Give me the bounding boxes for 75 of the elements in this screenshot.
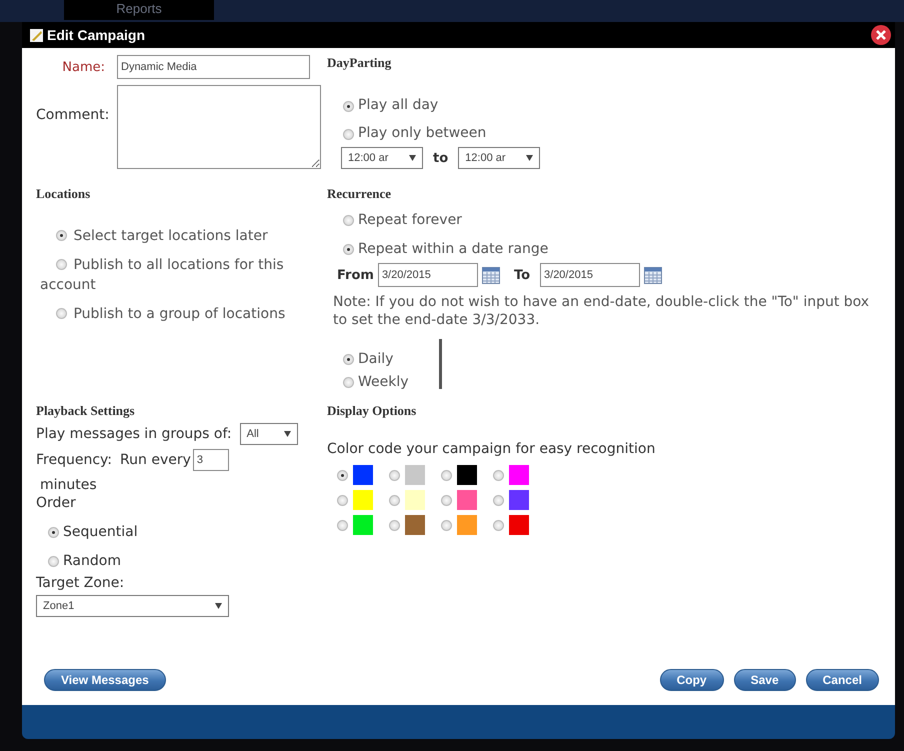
from-label: From — [337, 268, 374, 282]
radio-button[interactable] — [493, 470, 504, 480]
option-label: Weekly — [358, 374, 409, 390]
radio-button[interactable] — [343, 354, 354, 365]
date-field[interactable]: 3/20/2015 — [540, 263, 640, 287]
action-button[interactable]: Copy — [660, 669, 724, 691]
radio-button[interactable] — [389, 494, 400, 506]
caret-icon — [215, 603, 222, 609]
minutes-label: minutes — [40, 477, 98, 493]
option-label: Publish to all locations for this account — [40, 256, 285, 295]
section-heading: Locations — [36, 186, 92, 202]
action-button[interactable]: Cancel — [806, 669, 879, 691]
radio-button[interactable] — [343, 244, 354, 255]
radio-button[interactable] — [389, 520, 400, 530]
comment-field[interactable] — [117, 85, 321, 169]
caret-icon — [284, 431, 291, 437]
action-button[interactable]: Save — [734, 669, 796, 691]
option-label: Publish to a group of locations — [40, 304, 302, 324]
radio-button[interactable] — [337, 470, 348, 480]
option-label: Repeat forever — [358, 212, 462, 228]
option-label: Select target locations later — [40, 226, 302, 246]
run-every-label: Run every — [120, 452, 191, 468]
note-text: Note: If you do not wish to have an end-date, double-click the "To" input box to set the end-date 3/3/2033. — [333, 293, 870, 329]
radio-button[interactable] — [343, 377, 354, 388]
radio-button[interactable] — [441, 470, 452, 480]
radio-button[interactable] — [337, 494, 348, 506]
radio-button[interactable] — [48, 556, 59, 567]
option-label: Play all day — [358, 97, 438, 113]
minutes-field[interactable]: 3 — [192, 449, 229, 471]
radio-button[interactable] — [56, 230, 67, 241]
option-label: Daily — [358, 350, 394, 366]
view-messages-button[interactable]: View Messages — [44, 669, 166, 691]
caret-icon — [526, 155, 534, 161]
radio-button[interactable] — [441, 494, 452, 506]
caption-text: Color code your campaign for easy recognition — [327, 441, 656, 457]
section-heading: Playback Settings — [36, 403, 136, 419]
calendar-icon[interactable] — [644, 266, 662, 284]
groups-select[interactable]: All — [240, 423, 298, 445]
radio-button[interactable] — [343, 215, 354, 226]
radio-button[interactable] — [343, 128, 354, 140]
option-label: Sequential — [63, 524, 138, 540]
option-label: Repeat within a date range — [358, 240, 548, 256]
window-title: Edit Campaign — [47, 27, 146, 43]
radio-button[interactable] — [389, 470, 400, 480]
zone-select[interactable]: Zone1 — [36, 595, 229, 617]
order-label: Order — [36, 495, 77, 511]
section-heading: Recurrence — [327, 186, 392, 202]
to-label: To — [514, 268, 530, 282]
comment-label: Comment: — [36, 106, 110, 123]
option-label: Random — [63, 552, 121, 568]
time-select[interactable]: 12:00 ar — [458, 147, 540, 169]
radio-button[interactable] — [337, 520, 348, 530]
radio-button[interactable] — [48, 527, 59, 538]
section-heading: DayParting — [327, 55, 392, 71]
name-label: Name: — [61, 60, 106, 74]
radio-button[interactable] — [56, 308, 67, 319]
radio-button[interactable] — [56, 259, 67, 270]
frequency-label: Frequency: — [36, 452, 112, 468]
radio-button[interactable] — [493, 494, 504, 506]
groups-label: Play messages in groups of: — [36, 426, 232, 442]
close-icon[interactable] — [871, 25, 891, 45]
radio-button[interactable] — [441, 520, 452, 530]
time-select[interactable]: 12:00 ar — [341, 147, 423, 169]
to-label: to — [433, 150, 448, 166]
edit-icon — [30, 28, 43, 42]
calendar-icon[interactable] — [482, 266, 500, 284]
caret-icon — [409, 155, 416, 161]
radio-button[interactable] — [493, 520, 504, 530]
name-field[interactable]: Dynamic Media — [117, 55, 310, 79]
option-label: Play only between — [358, 125, 486, 141]
radio-button[interactable] — [343, 100, 354, 112]
reports-tab[interactable]: Reports — [64, 0, 214, 20]
section-heading: Display Options — [327, 403, 418, 419]
date-field[interactable]: 3/20/2015 — [378, 263, 478, 287]
target-zone-label: Target Zone: — [36, 575, 126, 591]
